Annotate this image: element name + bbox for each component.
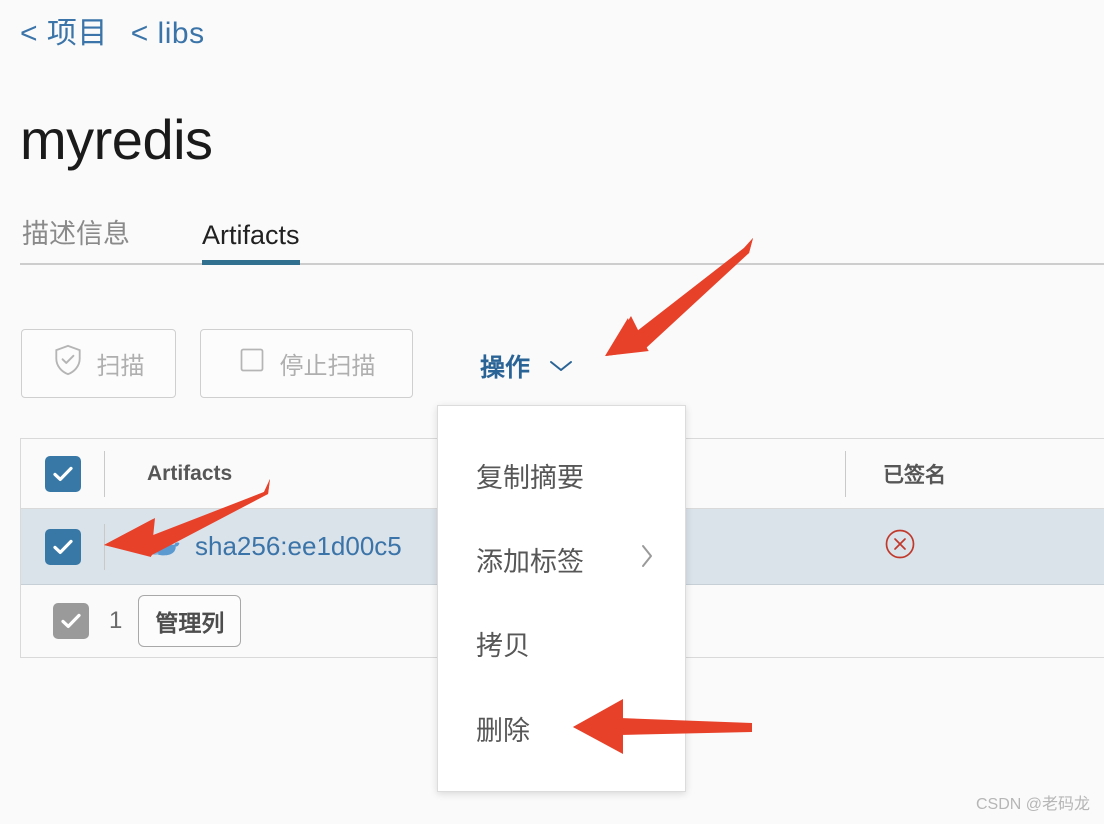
menu-item-label: 删除 bbox=[476, 715, 530, 746]
actions-dropdown-button[interactable]: 操作 bbox=[480, 348, 574, 384]
watermark: CSDN @老码龙 bbox=[975, 796, 1090, 813]
row-cell-signed bbox=[845, 527, 1085, 566]
select-all-cell bbox=[21, 455, 105, 492]
table-footer-controls: 1 管理列 bbox=[21, 595, 242, 647]
actions-dropdown-menu: 复制摘要 添加标签 拷贝 删除 bbox=[437, 405, 686, 792]
docker-whale-icon bbox=[147, 531, 181, 562]
breadcrumb: < 项目 < libs bbox=[20, 8, 205, 52]
stop-square-icon bbox=[238, 346, 266, 381]
row-checkbox[interactable] bbox=[45, 528, 81, 565]
header-label-signed: 已签名 bbox=[883, 463, 946, 487]
header-label-artifacts: Artifacts bbox=[147, 461, 233, 485]
menu-item-label: 添加标签 bbox=[476, 546, 584, 577]
actions-dropdown-label: 操作 bbox=[480, 354, 531, 382]
shield-check-icon bbox=[53, 344, 83, 383]
artifact-digest-link[interactable]: sha256:ee1d00c5 bbox=[195, 531, 402, 562]
header-cell-signed: 已签名 bbox=[845, 459, 1085, 489]
selected-count: 1 bbox=[109, 607, 123, 634]
tab-artifacts[interactable]: Artifacts bbox=[202, 220, 300, 265]
scan-button[interactable]: 扫描 bbox=[21, 329, 176, 398]
chevron-right-icon bbox=[639, 543, 655, 576]
menu-item-add-tag[interactable]: 添加标签 bbox=[438, 535, 685, 583]
breadcrumb-item-project[interactable]: < 项目 bbox=[20, 17, 108, 50]
select-all-checkbox[interactable] bbox=[45, 455, 81, 492]
menu-item-copy[interactable]: 拷贝 bbox=[438, 619, 685, 667]
tab-bar: 描述信息 Artifacts bbox=[0, 210, 1104, 265]
row-select-cell bbox=[21, 528, 105, 565]
menu-item-label: 复制摘要 bbox=[476, 462, 584, 493]
app-root: < 项目 < libs myredis 描述信息 Artifacts 扫描 停止… bbox=[0, 0, 1104, 824]
breadcrumb-item-libs[interactable]: < libs bbox=[131, 17, 205, 50]
stop-scan-button[interactable]: 停止扫描 bbox=[200, 329, 413, 398]
stop-scan-button-label: 停止扫描 bbox=[279, 353, 376, 380]
manage-columns-button[interactable]: 管理列 bbox=[138, 595, 242, 647]
scan-button-label: 扫描 bbox=[96, 353, 145, 380]
page-title: myredis bbox=[20, 108, 213, 171]
tab-description[interactable]: 描述信息 bbox=[22, 212, 130, 263]
menu-item-copy-digest[interactable]: 复制摘要 bbox=[438, 451, 685, 499]
menu-item-delete[interactable]: 删除 bbox=[438, 704, 685, 752]
footer-checkbox[interactable] bbox=[53, 603, 89, 639]
chevron-down-icon bbox=[548, 352, 574, 381]
tab-bar-divider bbox=[20, 263, 1104, 265]
circle-x-icon bbox=[883, 527, 917, 566]
menu-item-label: 拷贝 bbox=[476, 630, 530, 661]
